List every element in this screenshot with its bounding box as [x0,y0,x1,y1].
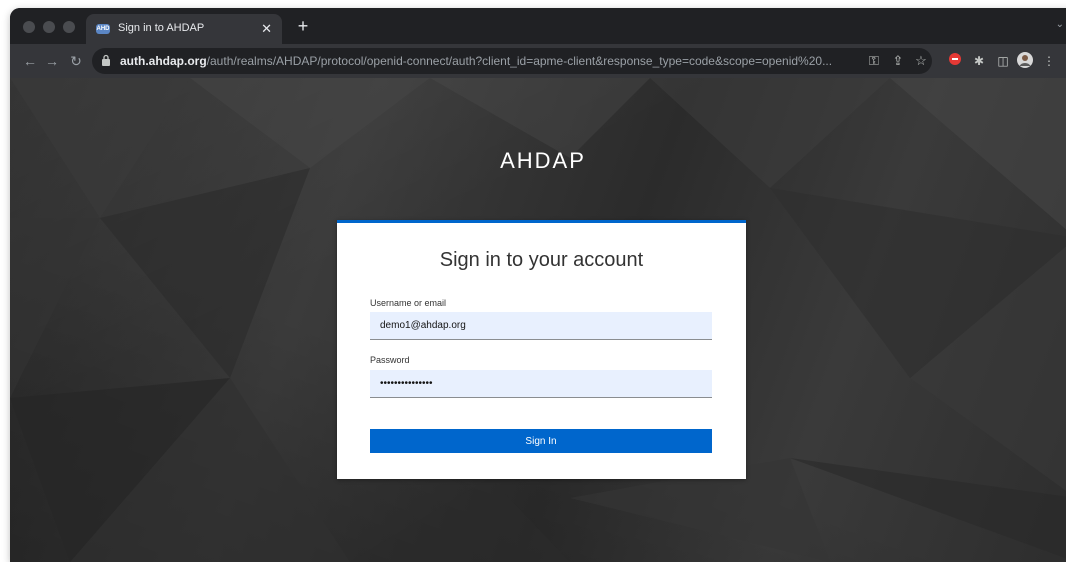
bookmark-star-icon[interactable]: ☆ [912,52,930,70]
extension-icon[interactable] [946,52,964,70]
login-page: AHDAP Sign in to your account Username o… [10,78,1066,562]
extensions-puzzle-icon[interactable]: ✱ [970,52,988,70]
reload-icon[interactable]: ↻ [66,51,86,71]
login-card: Sign in to your account Username or emai… [337,220,746,479]
password-input[interactable] [370,370,712,398]
browser-window: AHD Sign in to AHDAP ✕ + ⌄ ← → ↻ auth.ah… [10,8,1066,562]
forward-arrow-icon[interactable]: → [42,51,62,71]
key-icon[interactable]: ⚿ [865,52,883,70]
sign-in-button[interactable]: Sign In [370,429,712,453]
maximize-window-button[interactable] [63,21,75,33]
username-label: Username or email [370,298,447,308]
browser-toolbar: ← → ↻ auth.ahdap.org/auth/realms/AHDAP/p… [10,44,1066,78]
url-host: auth.ahdap.org [120,54,207,68]
login-title: Sign in to your account [439,249,644,271]
password-label: Password [370,355,410,365]
profile-avatar[interactable] [1016,52,1034,70]
brand-title: AHDAP [500,148,586,173]
share-icon[interactable]: ⇪ [889,52,907,70]
username-input[interactable] [370,312,712,340]
tab-strip: AHD Sign in to AHDAP ✕ + ⌄ [10,8,1066,44]
close-window-button[interactable] [23,21,35,33]
side-panel-icon[interactable]: ◫ [994,52,1012,70]
new-tab-button[interactable]: + [292,15,314,37]
address-bar[interactable]: auth.ahdap.org/auth/realms/AHDAP/protoco… [92,48,932,74]
close-tab-icon[interactable]: ✕ [261,21,272,37]
browser-tab[interactable]: AHD Sign in to AHDAP ✕ [86,14,282,44]
tab-search-chevron-icon[interactable]: ⌄ [1056,19,1064,30]
back-arrow-icon[interactable]: ← [20,51,40,71]
tab-title: Sign in to AHDAP [118,22,205,34]
browser-menu-icon[interactable]: ⋮ [1040,52,1058,70]
url-path: /auth/realms/AHDAP/protocol/openid-conne… [206,54,833,68]
url-text: auth.ahdap.org/auth/realms/AHDAP/protoco… [120,54,860,68]
site-favicon-icon: AHD [96,24,110,34]
window-controls [23,21,75,33]
lock-icon [102,54,110,66]
minimize-window-button[interactable] [43,21,55,33]
